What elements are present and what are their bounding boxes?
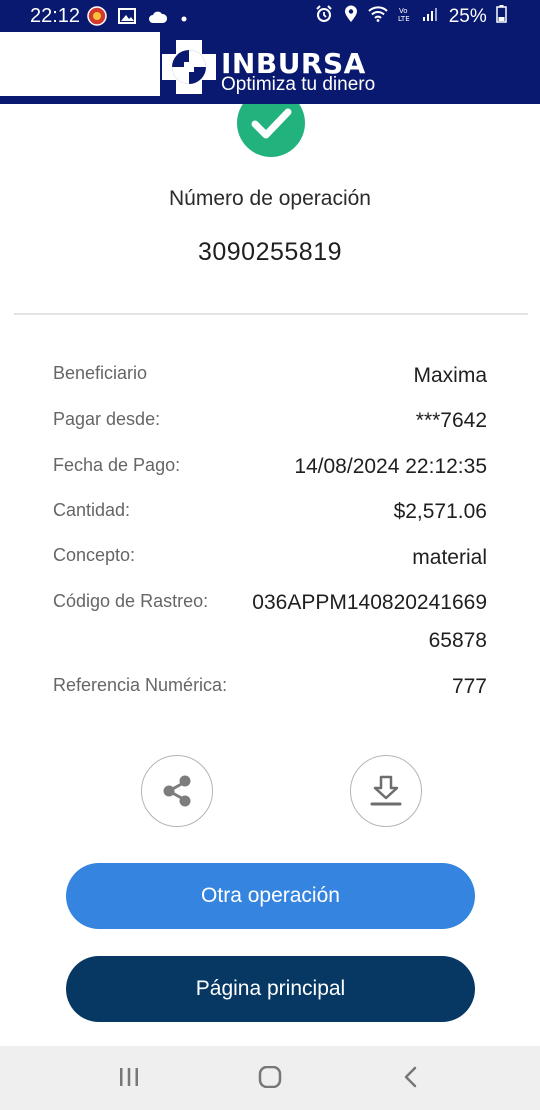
payment-date-label: Fecha de Pago: [53,455,181,475]
payment-date-value: 14/08/2024 22:12:35 [294,455,487,478]
volte-icon: Vo LTE [398,5,412,29]
concept-value: material [412,546,487,569]
location-icon [344,5,358,29]
concept-label: Concepto: [53,545,136,565]
numeric-reference-label: Referencia Numérica: [53,675,228,695]
app-notification-icon [87,6,107,32]
transfer-receipt-screen: 22:12 Vo LTE 25% INBURSA Optimiza tu din… [0,0,540,1110]
wifi-icon [368,6,388,28]
back-icon[interactable] [401,1066,421,1093]
section-divider [14,313,528,315]
more-notifications-dot-icon [179,8,189,30]
alarm-icon [315,5,333,29]
operation-number-value: 3090255819 [197,238,343,266]
pay-from-value: ***7642 [415,409,487,432]
battery-percent: 25% [448,6,487,27]
numeric-reference-value: 777 [451,675,487,698]
beneficiary-label: Beneficiario [53,363,148,383]
svg-text:Vo: Vo [399,7,408,15]
main-page-button[interactable]: Página principal [66,956,475,1022]
header-blank-area [0,32,160,96]
recent-apps-icon[interactable] [118,1066,140,1093]
tracking-code-label: Código de Rastreo: [53,591,209,611]
beneficiary-value: Maxima [413,364,487,387]
download-button[interactable] [350,755,422,827]
signal-icon [422,6,438,28]
status-notification-icons [87,6,195,26]
amount-value: $2,571.06 [393,500,487,523]
brand-tagline: Optimiza tu dinero [221,74,376,95]
tracking-code-value-line2: 65878 [428,629,487,652]
status-bar: 22:12 Vo LTE 25% [0,0,540,32]
status-system-icons: Vo LTE 25% [315,5,512,27]
tracking-code-value-line1: 036APPM140820241669 [252,591,487,614]
success-check-icon [236,104,306,158]
inbursa-logo-icon [160,38,218,101]
download-icon [370,775,402,806]
svg-text:LTE: LTE [398,15,410,23]
status-time: 22:12 [30,5,81,27]
battery-icon [496,5,507,29]
other-operation-button[interactable]: Otra operación [66,863,475,929]
share-button[interactable] [141,755,213,827]
operation-number-label: Número de operación [169,187,371,210]
pay-from-label: Pagar desde: [53,409,161,429]
gallery-icon [118,7,137,31]
cloud-icon [148,8,168,30]
share-icon [163,775,191,807]
system-navigation-bar [0,1046,540,1110]
amount-label: Cantidad: [53,500,131,520]
home-icon[interactable] [258,1065,282,1093]
